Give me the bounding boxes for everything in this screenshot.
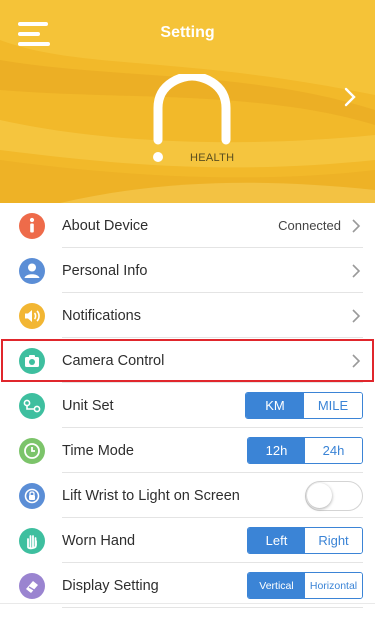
chevron-right-icon: [352, 308, 361, 323]
worn-hand-row: Worn Hand Left Right: [0, 518, 375, 563]
chevron-right-icon: [352, 263, 361, 278]
camera-control-row[interactable]: Camera Control: [0, 338, 375, 383]
unit-set-label: Unit Set: [62, 397, 114, 414]
person-icon: [19, 257, 45, 284]
time-mode-segmented-control: 12h 24h: [247, 437, 363, 464]
notifications-label: Notifications: [62, 307, 141, 324]
worn-hand-label: Worn Hand: [62, 532, 136, 549]
chevron-right-icon[interactable]: [343, 86, 357, 108]
about-device-row[interactable]: About Device Connected: [0, 203, 375, 248]
wrist-icon: [19, 482, 45, 509]
display-setting-label: Display Setting: [62, 577, 159, 594]
display-segmented-control: Vertical Horizontal: [247, 572, 363, 599]
display-setting-row: Display Setting Vertical Horizontal: [0, 563, 375, 608]
header: Setting HEALTH: [0, 0, 375, 203]
display-horizontal-option[interactable]: Horizontal: [305, 573, 362, 598]
time-24h-option[interactable]: 24h: [305, 438, 362, 463]
chevron-right-icon: [352, 218, 361, 233]
time-mode-row: Time Mode 12h 24h: [0, 428, 375, 473]
chevron-right-icon: [352, 353, 361, 368]
info-icon: [19, 212, 45, 239]
camera-icon: [19, 347, 45, 374]
unit-segmented-control: KM MILE: [245, 392, 363, 419]
footer-divider: [0, 603, 375, 604]
route-icon: [19, 392, 45, 419]
hand-icon: [19, 527, 45, 554]
camera-control-label: Camera Control: [62, 352, 165, 369]
settings-list: About Device Connected Personal Info Not…: [0, 203, 375, 608]
speaker-icon: [19, 302, 45, 329]
hand-left-option[interactable]: Left: [248, 528, 305, 553]
time-12h-option[interactable]: 12h: [248, 438, 305, 463]
toggle-knob: [307, 482, 332, 508]
about-device-label: About Device: [62, 217, 149, 234]
connection-status: Connected: [278, 218, 341, 233]
personal-info-label: Personal Info: [62, 262, 148, 279]
page-title: Setting: [160, 24, 215, 41]
lift-wrist-row: Lift Wrist to Light on Screen: [0, 473, 375, 518]
worn-hand-segmented-control: Left Right: [247, 527, 363, 554]
device-label: HEALTH: [190, 152, 235, 164]
time-mode-label: Time Mode: [62, 442, 134, 459]
lift-wrist-label: Lift Wrist to Light on Screen: [62, 487, 240, 504]
personal-info-row[interactable]: Personal Info: [0, 248, 375, 293]
clock-icon: [19, 437, 45, 464]
unit-mile-option[interactable]: MILE: [304, 393, 362, 418]
notifications-row[interactable]: Notifications: [0, 293, 375, 338]
unit-set-row: Unit Set KM MILE: [0, 383, 375, 428]
hand-right-option[interactable]: Right: [305, 528, 362, 553]
lift-wrist-toggle[interactable]: [305, 480, 363, 511]
unit-km-option[interactable]: KM: [246, 393, 304, 418]
display-vertical-option[interactable]: Vertical: [248, 573, 305, 598]
display-icon: [19, 572, 45, 599]
